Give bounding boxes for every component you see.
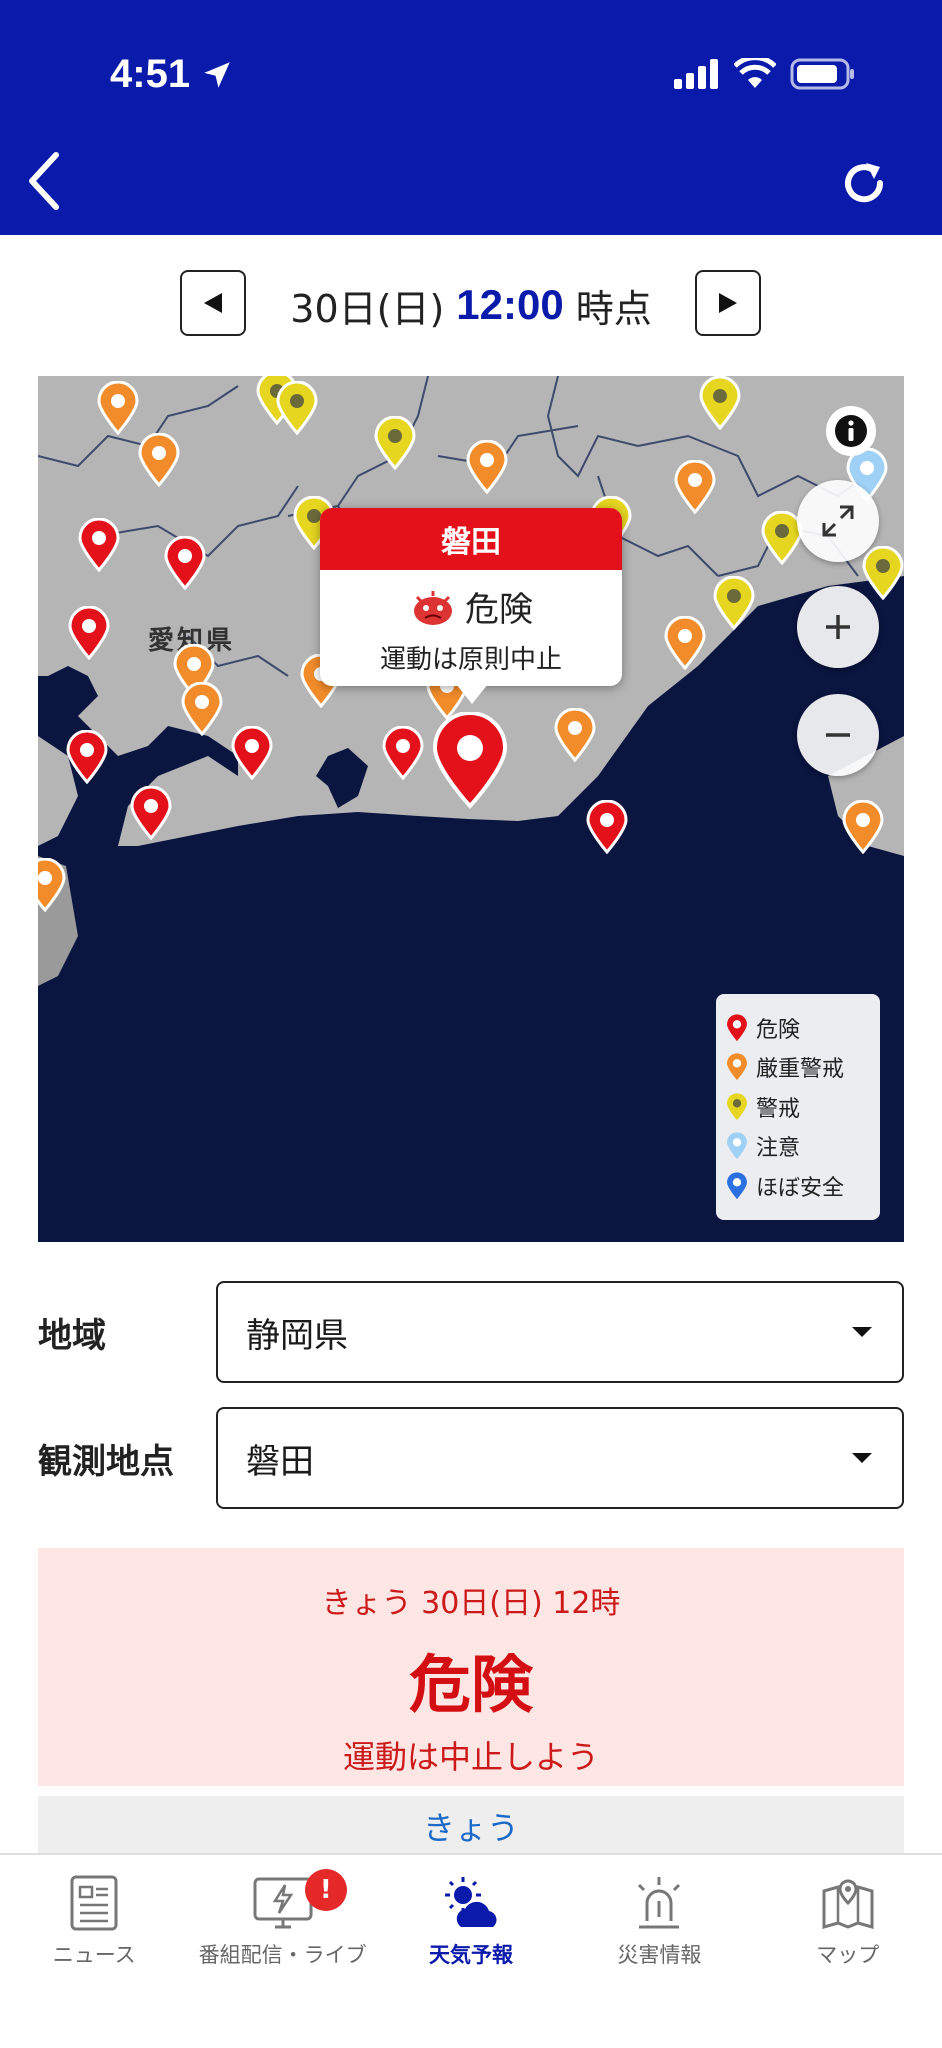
yellow-pin-icon[interactable] bbox=[374, 416, 416, 470]
popup-message: 運動は原則中止 bbox=[379, 645, 562, 675]
nav-news[interactable]: ニュース bbox=[0, 1855, 188, 2048]
yellow-pin-icon[interactable] bbox=[699, 376, 741, 430]
dropdown-arrow-icon bbox=[852, 1453, 872, 1463]
nav-disaster[interactable]: 災害情報 bbox=[565, 1855, 753, 2048]
orange-pin-icon bbox=[727, 1053, 747, 1081]
location-arrow-icon bbox=[200, 58, 234, 96]
region-value: 静岡県 bbox=[246, 1315, 348, 1356]
orange-pin-icon[interactable] bbox=[97, 381, 139, 435]
orange-pin-icon[interactable] bbox=[181, 682, 223, 736]
time-suffix: 時点 bbox=[575, 286, 652, 331]
weather-icon bbox=[444, 1877, 497, 1927]
heat-index-map[interactable]: 愛知県 磐田 危険 運動は原則中止 危険 厳重警戒 警戒 注意 ほぼ安全 bbox=[38, 376, 904, 1242]
chevron-left-icon bbox=[29, 152, 59, 210]
signal-icon bbox=[674, 59, 718, 89]
nav-live[interactable]: 番組配信・ライブ ! bbox=[188, 1855, 376, 2048]
refresh-icon bbox=[845, 163, 884, 203]
nav-weather[interactable]: 天気予報 bbox=[377, 1855, 565, 2048]
zoom-out-button[interactable] bbox=[797, 694, 879, 776]
map-icon bbox=[822, 1879, 874, 1929]
region-label: 地域 bbox=[38, 1315, 106, 1356]
red-pin-icon[interactable] bbox=[164, 536, 206, 590]
station-value: 磐田 bbox=[246, 1441, 314, 1482]
triangle-right-icon bbox=[719, 293, 737, 313]
previous-time-button[interactable] bbox=[180, 270, 246, 336]
heat-risk-result: きょう 30日(日) 12時 危険 運動は中止しよう bbox=[38, 1548, 904, 1786]
info-icon bbox=[835, 415, 867, 447]
status-icons bbox=[674, 58, 856, 90]
legend-item: 注意 bbox=[726, 1127, 870, 1167]
popup-level: 危険 bbox=[465, 590, 533, 630]
red-pin-icon[interactable] bbox=[68, 606, 110, 660]
danger-face-icon bbox=[414, 590, 452, 625]
orange-pin-icon[interactable] bbox=[554, 708, 596, 762]
yellow-pin-icon bbox=[727, 1093, 747, 1120]
zoom-in-button[interactable] bbox=[797, 586, 879, 668]
selected-location-pin-icon[interactable] bbox=[431, 712, 509, 810]
red-pin-icon[interactable] bbox=[586, 800, 628, 854]
light-blue-pin-icon bbox=[727, 1132, 747, 1160]
legend-item: 厳重警戒 bbox=[726, 1048, 870, 1088]
region-row: 地域 静岡県 bbox=[38, 1281, 904, 1383]
dropdown-arrow-icon bbox=[852, 1327, 872, 1337]
orange-pin-icon[interactable] bbox=[138, 433, 180, 487]
minus-icon bbox=[826, 733, 850, 737]
orange-pin-icon[interactable] bbox=[842, 800, 884, 854]
red-pin-icon[interactable] bbox=[231, 726, 273, 780]
wifi-icon bbox=[734, 58, 776, 88]
map-info-button[interactable] bbox=[826, 406, 876, 456]
next-time-button[interactable] bbox=[695, 270, 761, 336]
yellow-pin-icon[interactable] bbox=[862, 546, 904, 600]
blue-pin-icon bbox=[727, 1172, 747, 1199]
newspaper-icon bbox=[70, 1875, 118, 1931]
result-level: 危険 bbox=[408, 1648, 533, 1721]
red-pin-icon[interactable] bbox=[130, 786, 172, 840]
forecast-time: 12:00 bbox=[456, 281, 564, 328]
map-legend: 危険 厳重警戒 警戒 注意 ほぼ安全 bbox=[716, 994, 880, 1220]
station-label: 観測地点 bbox=[38, 1441, 174, 1482]
status-time: 4:51 bbox=[110, 52, 191, 96]
expand-icon bbox=[822, 505, 854, 537]
popup-station-name: 磐田 bbox=[320, 508, 622, 570]
station-select[interactable]: 磐田 bbox=[216, 1407, 904, 1509]
siren-icon bbox=[638, 1877, 681, 1929]
result-date: きょう 30日(日) 12時 bbox=[321, 1586, 621, 1621]
battery-icon bbox=[790, 58, 854, 90]
refresh-button[interactable] bbox=[836, 155, 892, 211]
red-pin-icon[interactable] bbox=[78, 518, 120, 572]
nav-map[interactable]: マップ bbox=[754, 1855, 942, 2048]
popup-tail bbox=[456, 684, 488, 704]
date-selector: 30日(日) 12:00 時点 bbox=[0, 270, 942, 340]
station-row: 観測地点 磐田 bbox=[38, 1407, 904, 1509]
red-pin-icon[interactable] bbox=[66, 730, 108, 784]
plus-icon bbox=[826, 615, 850, 639]
back-button[interactable] bbox=[14, 148, 74, 214]
legend-item: 警戒 bbox=[726, 1087, 870, 1127]
orange-pin-icon[interactable] bbox=[674, 460, 716, 514]
legend-item: 危険 bbox=[726, 1008, 870, 1048]
result-message: 運動は中止しよう bbox=[342, 1738, 599, 1776]
orange-pin-icon[interactable] bbox=[664, 616, 706, 670]
app-header: 4:51 bbox=[0, 0, 942, 235]
orange-pin-icon[interactable] bbox=[38, 858, 66, 912]
notification-badge: ! bbox=[304, 1869, 347, 1911]
region-select[interactable]: 静岡県 bbox=[216, 1281, 904, 1383]
today-tab[interactable]: きょう bbox=[38, 1796, 904, 1856]
forecast-date: 30日(日) bbox=[290, 286, 445, 331]
legend-item: ほぼ安全 bbox=[726, 1166, 870, 1206]
fullscreen-button[interactable] bbox=[797, 480, 879, 562]
station-popup[interactable]: 磐田 危険 運動は原則中止 bbox=[320, 508, 622, 704]
red-pin-icon bbox=[727, 1014, 747, 1041]
monitor-live-icon bbox=[253, 1877, 313, 1929]
yellow-pin-icon[interactable] bbox=[276, 381, 318, 435]
red-pin-icon[interactable] bbox=[382, 726, 424, 780]
orange-pin-icon[interactable] bbox=[466, 440, 508, 494]
bottom-navigation: ニュース 番組配信・ライブ ! 天気予報 災害情報 マップ bbox=[0, 1853, 942, 2048]
triangle-left-icon bbox=[204, 293, 222, 313]
yellow-pin-icon[interactable] bbox=[713, 576, 755, 630]
